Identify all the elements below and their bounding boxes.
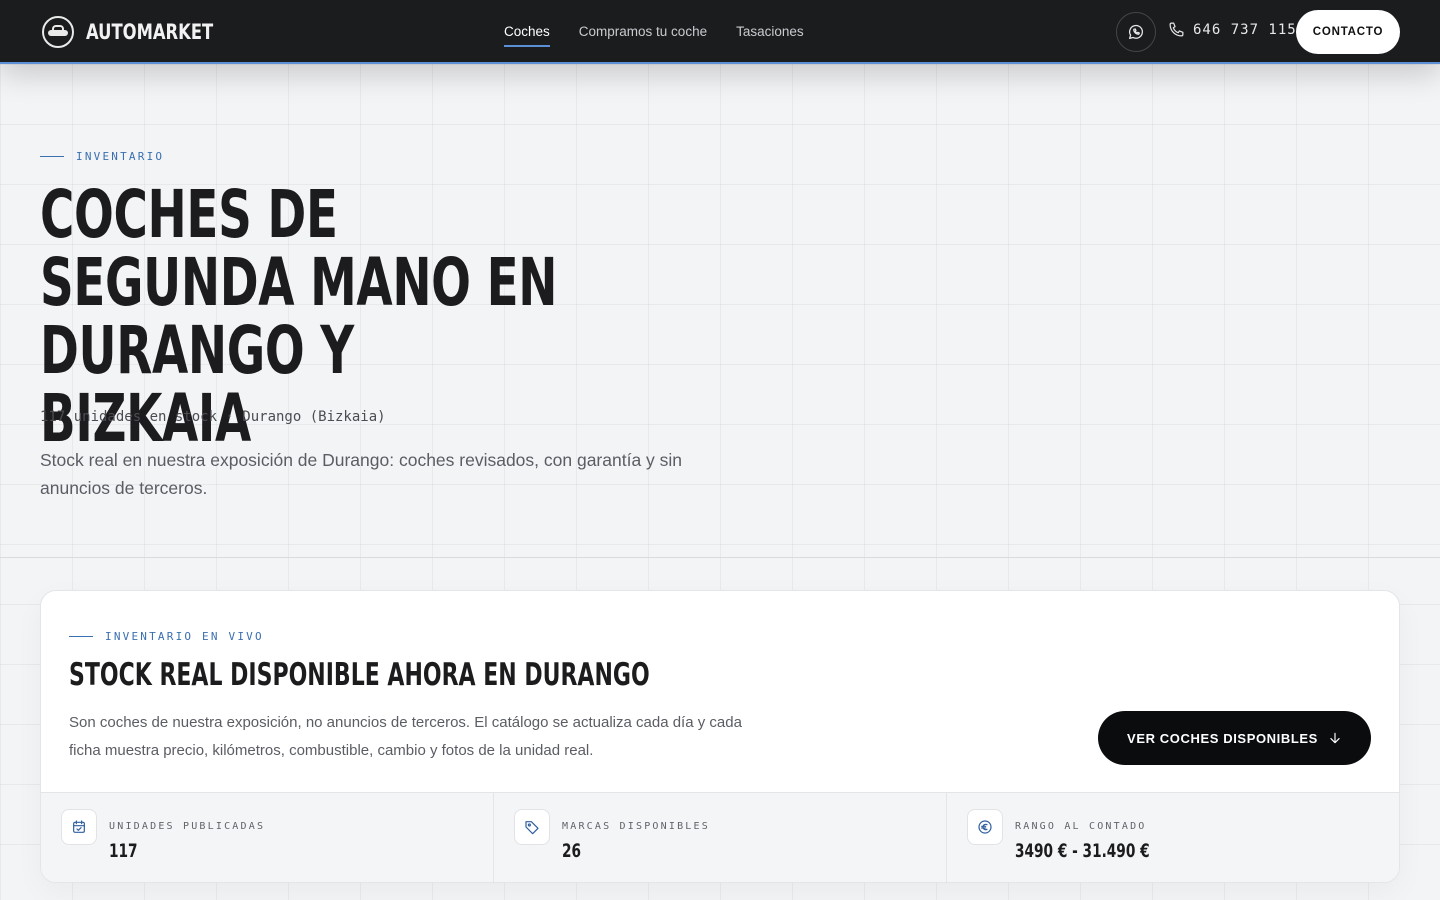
brand-name: AUTOMARKET <box>86 20 214 44</box>
inventory-description: Son coches de nuestra exposición, no anu… <box>69 714 742 759</box>
stat-units-value: 117 <box>109 840 138 862</box>
stat-price-label: RANGO AL CONTADO <box>1015 821 1147 832</box>
top-navbar: AUTOMARKET Coches Compramos tu coche Tas… <box>0 0 1440 64</box>
title-line-3: DURANGO Y BIZKAIA <box>40 312 354 457</box>
view-cars-button[interactable]: VER COCHES DISPONIBLES <box>1098 711 1371 765</box>
phone-link[interactable]: 646 737 115 <box>1168 21 1297 38</box>
hero-eyebrow-text: INVENTARIO <box>76 150 165 163</box>
stat-units-label: UNIDADES PUBLICADAS <box>109 821 266 832</box>
car-logo-icon <box>42 16 74 48</box>
nav-link-coches[interactable]: Coches <box>504 20 550 47</box>
phone-number: 646 737 115 <box>1193 21 1297 38</box>
arrow-down-icon <box>1330 732 1340 744</box>
brand-logo-link[interactable]: AUTOMARKET <box>42 16 249 48</box>
stat-brands: MARCAS DISPONIBLES 26 <box>494 793 947 882</box>
contact-button[interactable]: CONTACTO <box>1296 10 1400 54</box>
inventory-eyebrow: INVENTARIO EN VIVO <box>69 630 264 643</box>
stat-price-value: 3490 € - 31.490 € <box>1015 840 1150 862</box>
euro-icon <box>967 809 1003 845</box>
eyebrow-line <box>40 156 64 157</box>
tag-icon <box>514 809 550 845</box>
hero-description: Stock real en nuestra exposición de Dura… <box>40 450 683 498</box>
section-divider <box>0 557 1440 558</box>
view-cars-label: VER COCHES DISPONIBLES <box>1127 730 1318 746</box>
stat-brands-label: MARCAS DISPONIBLES <box>562 821 710 832</box>
hero-section: INVENTARIO COCHES DE SEGUNDA MANO EN DUR… <box>40 150 740 498</box>
main-nav: Coches Compramos tu coche Tasaciones <box>504 0 804 62</box>
stat-brands-value: 26 <box>562 840 582 862</box>
hero-eyebrow: INVENTARIO <box>40 150 740 163</box>
nav-link-tasaciones[interactable]: Tasaciones <box>736 20 804 43</box>
inventory-card: INVENTARIO EN VIVO STOCK REAL DISPONIBLE… <box>40 590 1400 883</box>
calendar-icon <box>61 809 97 845</box>
title-line-1: COCHES DE <box>40 176 338 253</box>
eyebrow-line <box>69 636 93 637</box>
inventory-title: STOCK REAL DISPONIBLE AHORA EN DURANGO <box>69 657 650 693</box>
stock-meta: 117 unidades en stock · Durango (Bizkaia… <box>40 409 386 425</box>
nav-link-compramos[interactable]: Compramos tu coche <box>579 20 707 43</box>
phone-icon <box>1169 22 1184 37</box>
inventory-eyebrow-text: INVENTARIO EN VIVO <box>105 630 264 643</box>
whatsapp-button[interactable] <box>1116 12 1156 52</box>
title-line-2: SEGUNDA MANO EN <box>40 244 558 321</box>
stats-bar: UNIDADES PUBLICADAS 117 MARCAS DISPONIBL… <box>41 792 1399 882</box>
stat-units: UNIDADES PUBLICADAS 117 <box>41 793 494 882</box>
whatsapp-icon <box>1128 24 1143 40</box>
stat-price-range: RANGO AL CONTADO 3490 € - 31.490 € <box>947 793 1399 882</box>
